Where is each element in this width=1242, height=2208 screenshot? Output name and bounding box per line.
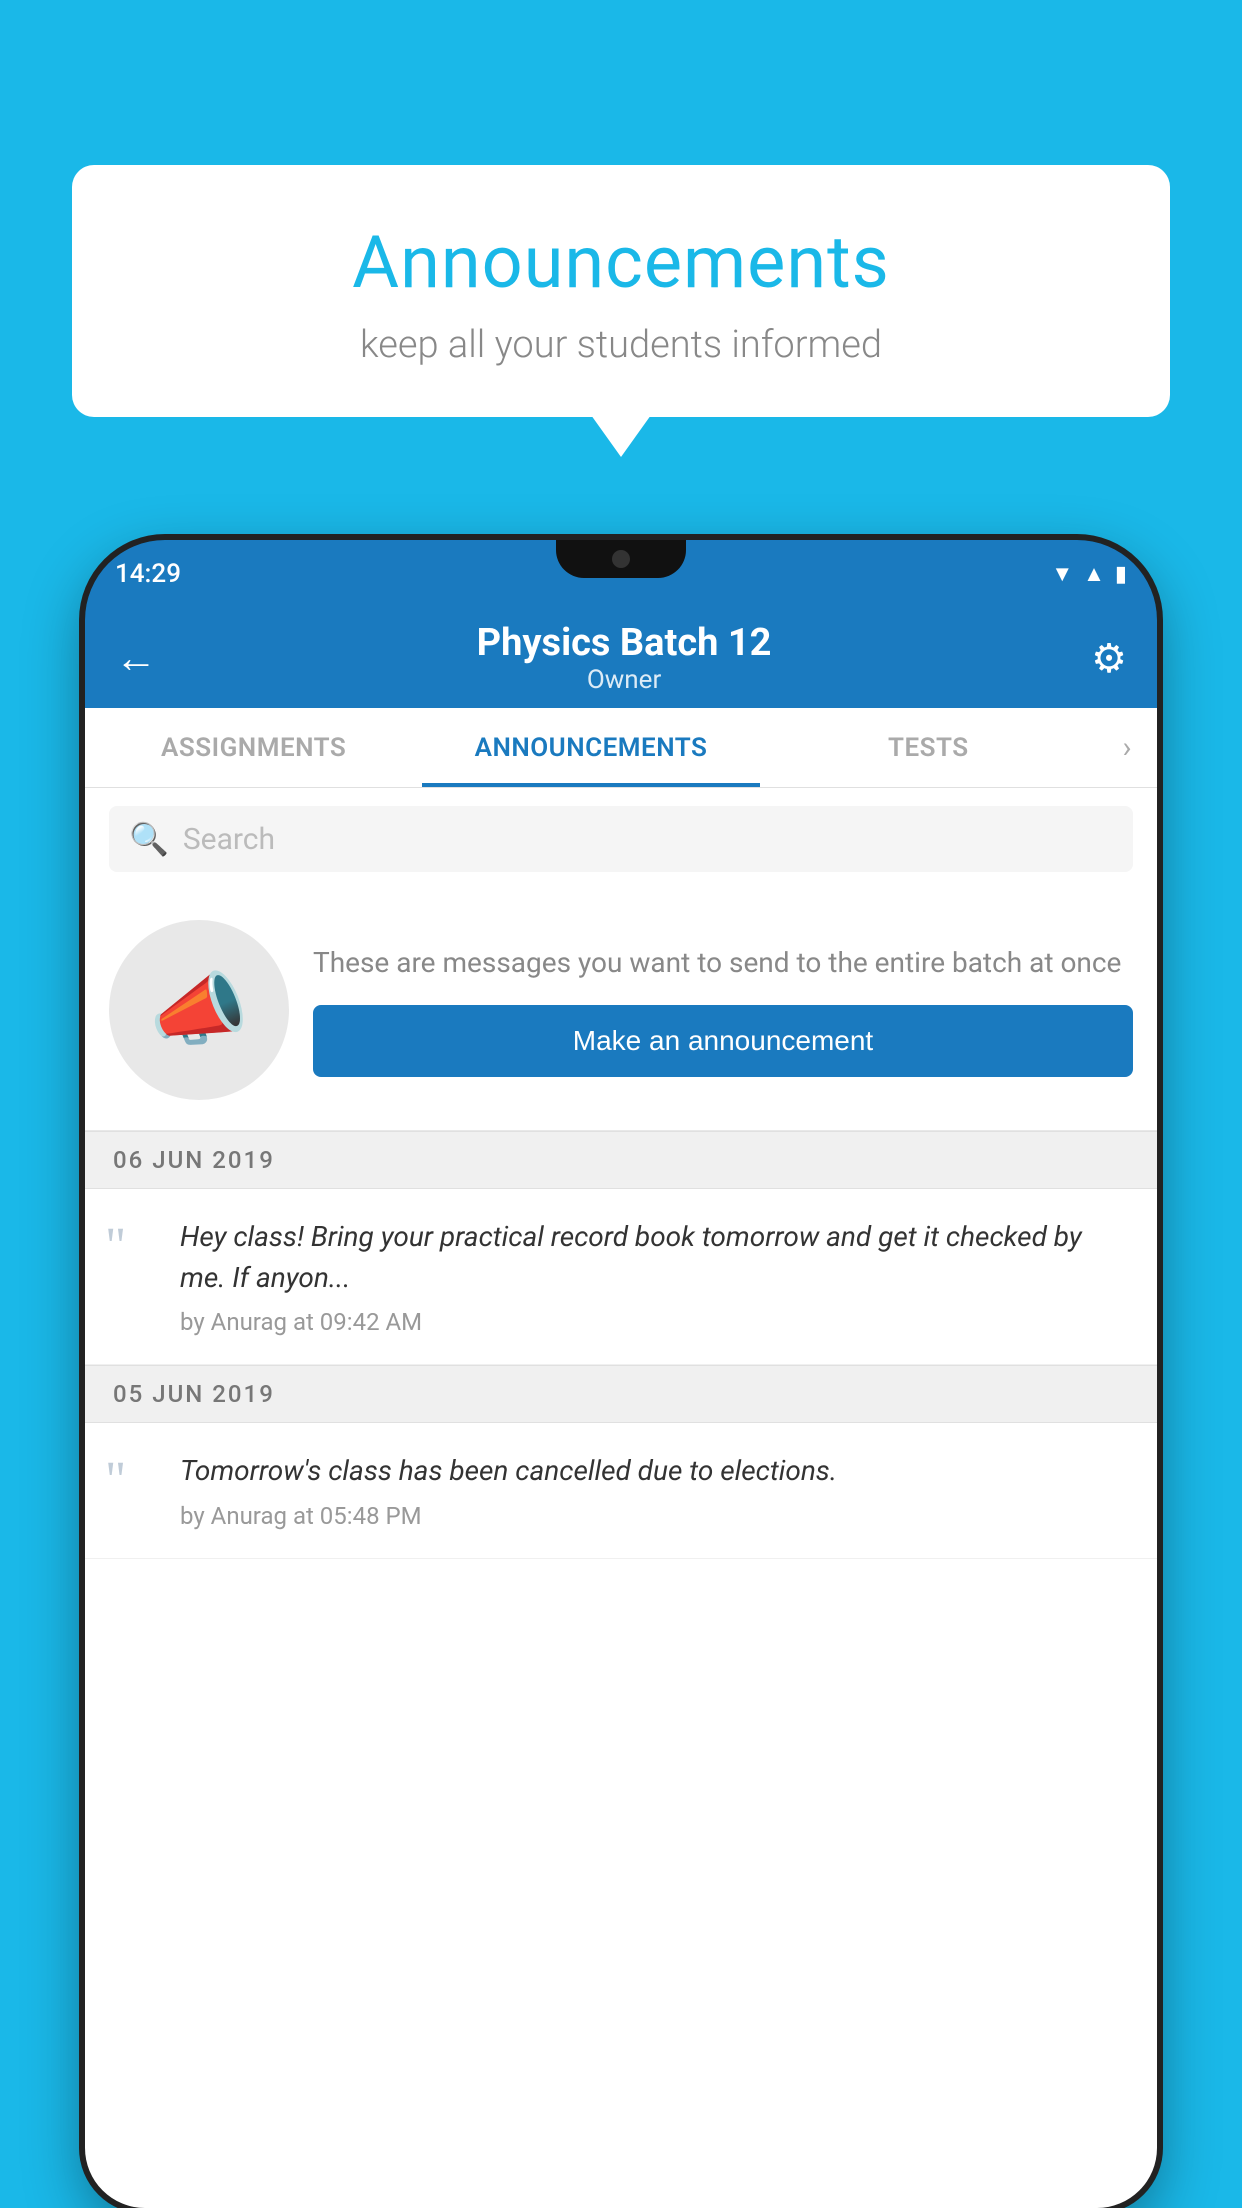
app-bar: ← Physics Batch 12 Owner ⚙ xyxy=(85,608,1157,708)
speech-bubble-area: Announcements keep all your students inf… xyxy=(72,165,1170,417)
speech-bubble: Announcements keep all your students inf… xyxy=(72,165,1170,417)
promo-section: 📣 These are messages you want to send to… xyxy=(85,890,1157,1131)
promo-description: These are messages you want to send to t… xyxy=(313,943,1133,984)
back-button[interactable]: ← xyxy=(115,634,157,683)
notch xyxy=(556,540,686,578)
phone-content: 🔍 Search 📣 These are messages you want t… xyxy=(85,788,1157,2208)
announcement-content-1: Hey class! Bring your practical record b… xyxy=(180,1217,1133,1336)
app-bar-title: Physics Batch 12 xyxy=(157,621,1091,665)
status-time: 14:29 xyxy=(115,559,181,589)
make-announcement-button[interactable]: Make an announcement xyxy=(313,1005,1133,1077)
camera xyxy=(612,550,630,568)
announcement-author-1: by Anurag at 09:42 AM xyxy=(180,1308,1133,1336)
quote-icon-1: " xyxy=(105,1221,160,1273)
tab-announcements[interactable]: ANNOUNCEMENTS xyxy=(422,708,759,787)
bubble-subtitle: keep all your students informed xyxy=(132,323,1110,367)
tab-more[interactable]: › xyxy=(1097,708,1157,787)
app-bar-subtitle: Owner xyxy=(157,665,1091,695)
announcement-text-1: Hey class! Bring your practical record b… xyxy=(180,1217,1133,1298)
search-container: 🔍 Search xyxy=(85,788,1157,890)
announcement-content-2: Tomorrow's class has been cancelled due … xyxy=(180,1451,1133,1530)
quote-icon-2: " xyxy=(105,1455,160,1507)
search-icon: 🔍 xyxy=(129,820,169,858)
search-box[interactable]: 🔍 Search xyxy=(109,806,1133,872)
announcement-item-1[interactable]: " Hey class! Bring your practical record… xyxy=(85,1189,1157,1365)
tab-assignments[interactable]: ASSIGNMENTS xyxy=(85,708,422,787)
megaphone-icon: 📣 xyxy=(149,963,249,1057)
phone-frame: 14:29 ▼ ▲ ▮ ← Physics Batch 12 Owner ⚙ A… xyxy=(85,540,1157,2208)
status-icons: ▼ ▲ ▮ xyxy=(1051,561,1127,587)
promo-icon-circle: 📣 xyxy=(109,920,289,1100)
bubble-title: Announcements xyxy=(132,220,1110,305)
date-separator-1: 06 JUN 2019 xyxy=(85,1131,1157,1189)
status-bar: 14:29 ▼ ▲ ▮ xyxy=(85,540,1157,608)
date-separator-2: 05 JUN 2019 xyxy=(85,1365,1157,1423)
tabs-bar: ASSIGNMENTS ANNOUNCEMENTS TESTS › xyxy=(85,708,1157,788)
promo-right: These are messages you want to send to t… xyxy=(313,943,1133,1078)
announcement-author-2: by Anurag at 05:48 PM xyxy=(180,1502,1133,1530)
announcement-item-2[interactable]: " Tomorrow's class has been cancelled du… xyxy=(85,1423,1157,1559)
signal-icon: ▲ xyxy=(1083,561,1105,587)
app-bar-title-area: Physics Batch 12 Owner xyxy=(157,621,1091,695)
tab-tests[interactable]: TESTS xyxy=(760,708,1097,787)
wifi-icon: ▼ xyxy=(1051,561,1073,587)
settings-icon[interactable]: ⚙ xyxy=(1091,635,1127,682)
announcement-text-2: Tomorrow's class has been cancelled due … xyxy=(180,1451,1133,1492)
battery-icon: ▮ xyxy=(1115,562,1127,587)
search-placeholder: Search xyxy=(183,822,275,857)
